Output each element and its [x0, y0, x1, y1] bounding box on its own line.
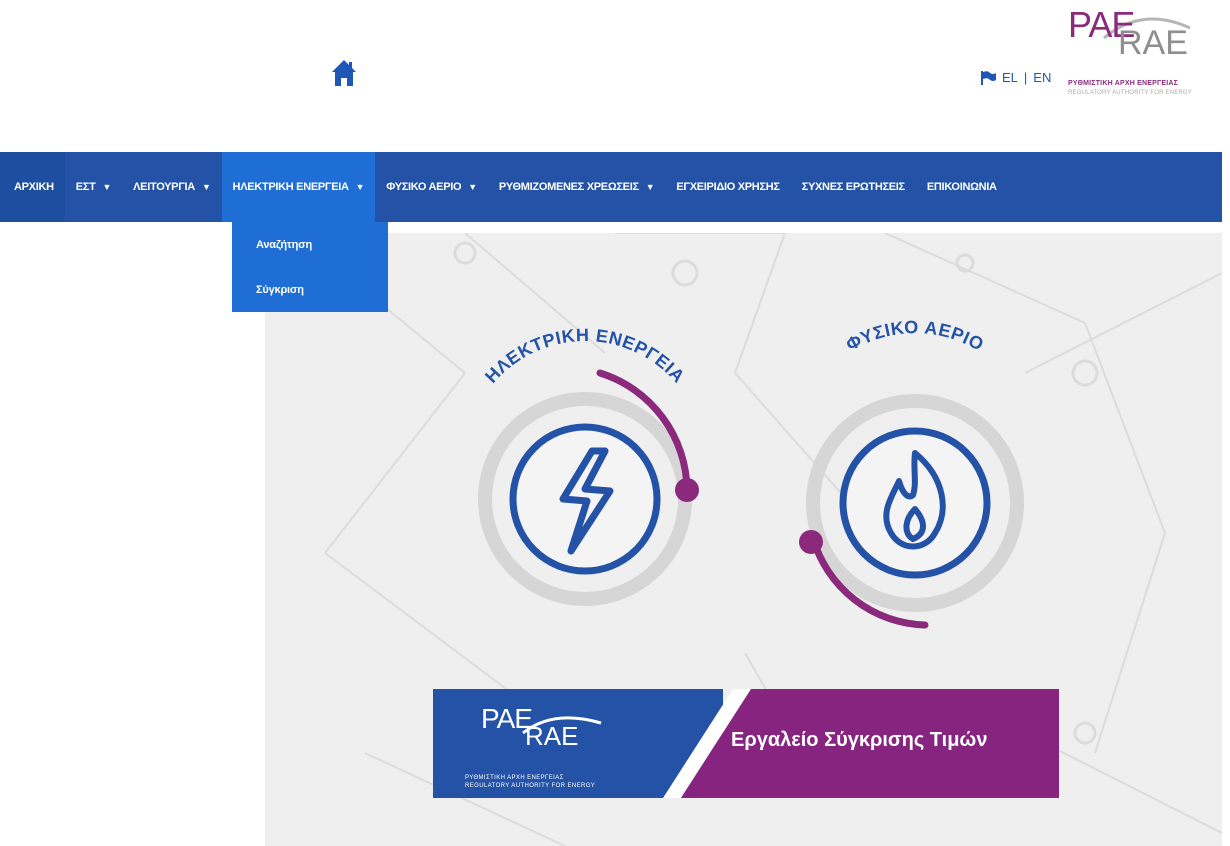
- main-navbar: ΑΡΧΙΚΗ ΕΣΤ ▼ ΛΕΙΤΟΥΡΓΙΑ ▼ ΗΛΕΚΤΡΙΚΗ ΕΝΕΡΓΕ…: [0, 152, 1222, 222]
- svg-text:ΦΥΣΙΚΟ ΑΕΡΙΟ: ΦΥΣΙΚΟ ΑΕΡΙΟ: [843, 317, 988, 355]
- nav-item-home[interactable]: ΑΡΧΙΚΗ: [0, 152, 65, 222]
- banner-logo-subtitle-el: ΡΥΘΜΙΣΤΙΚΗ ΑΡΧΗ ΕΝΕΡΓΕΙΑΣ: [465, 775, 564, 781]
- nav-item-faq[interactable]: ΣΥΧΝΕΣ ΕΡΩΤΗΣΕΙΣ: [791, 152, 916, 222]
- logo-rae-text: RAE: [1118, 24, 1188, 62]
- nav-item-contact[interactable]: ΕΠΙΚΟΙΝΩΝΙΑ: [916, 152, 1008, 222]
- svg-text:ΗΛΕΚΤΡΙΚΗ ΕΝΕΡΓΕΙΑ: ΗΛΕΚΤΡΙΚΗ ΕΝΕΡΓΕΙΑ: [481, 325, 689, 387]
- electricity-label: ΗΛΕΚΤΡΙΚΗ ΕΝΕΡΓΕΙΑ: [481, 325, 688, 387]
- caret-down-icon: ▼: [645, 182, 655, 192]
- caret-down-icon: ▼: [468, 182, 477, 192]
- caret-down-icon: ▼: [102, 182, 112, 192]
- natural-gas-label: ΦΥΣΙΚΟ ΑΕΡΙΟ: [843, 317, 987, 355]
- logo-subtitle-en: REGULATORY AUTHORITY FOR ENERGY: [1068, 90, 1193, 96]
- dropdown-item-search[interactable]: Αναζήτηση: [256, 239, 312, 251]
- logo-subtitle-el: ΡΥΘΜΙΣΤΙΚΗ ΑΡΧΗ ΕΝΕΡΓΕΙΑΣ: [1068, 80, 1179, 87]
- nav-item-user-manual[interactable]: ΕΓΧΕΙΡΙΔΙΟ ΧΡΗΣΗΣ: [665, 152, 790, 222]
- nav-item-operation[interactable]: ΛΕΙΤΟΥΡΓΙΑ ▼: [122, 152, 221, 222]
- banner-title: Εργαλείο Σύγκρισης Τιμών: [731, 729, 988, 751]
- price-comparison-banner: PAE RAE ΡΥΘΜΙΣΤΙΚΗ ΑΡΧΗ ΕΝΕΡΓΕΙΑΣ REGULA…: [433, 689, 1059, 798]
- home-icon[interactable]: [331, 58, 357, 88]
- banner-logo-rae: RAE: [525, 721, 579, 751]
- lang-en-link[interactable]: EN: [1033, 70, 1051, 85]
- nav-item-est[interactable]: ΕΣΤ ▼: [65, 152, 122, 222]
- electricity-badge: ΗΛΕΚΤΡΙΚΗ ΕΝΕΡΓΕΙΑ: [478, 325, 699, 606]
- nav-item-natural-gas[interactable]: ΦΥΣΙΚΟ ΑΕΡΙΟ ▼: [375, 152, 488, 222]
- natural-gas-badge: ΦΥΣΙΚΟ ΑΕΡΙΟ: [799, 317, 1024, 629]
- dropdown-item-compare[interactable]: Σύγκριση: [256, 284, 304, 296]
- language-switcher: EL | EN: [980, 70, 1051, 85]
- banner-logo-subtitle-en: REGULATORY AUTHORITY FOR ENERGY: [465, 783, 596, 789]
- caret-down-icon: ▼: [355, 182, 365, 192]
- lang-el-link[interactable]: EL: [1002, 70, 1018, 85]
- rae-logo[interactable]: PAE RAE ΡΥΘΜΙΣΤΙΚΗ ΑΡΧΗ ΕΝΕΡΓΕΙΑΣ REGULA…: [1052, 2, 1192, 102]
- nav-item-regulated-charges[interactable]: ΡΥΘΜΙΖΟΜΕΝΕΣ ΧΡΕΩΣΕΙΣ ▼: [488, 152, 665, 222]
- lang-separator: |: [1023, 70, 1028, 85]
- flag-icon: [981, 70, 996, 85]
- electricity-dropdown-menu: Αναζήτηση Σύγκριση: [232, 222, 388, 312]
- nav-item-electricity[interactable]: ΗΛΕΚΤΡΙΚΗ ΕΝΕΡΓΕΙΑ ▼: [221, 152, 376, 222]
- caret-down-icon: ▼: [201, 182, 211, 192]
